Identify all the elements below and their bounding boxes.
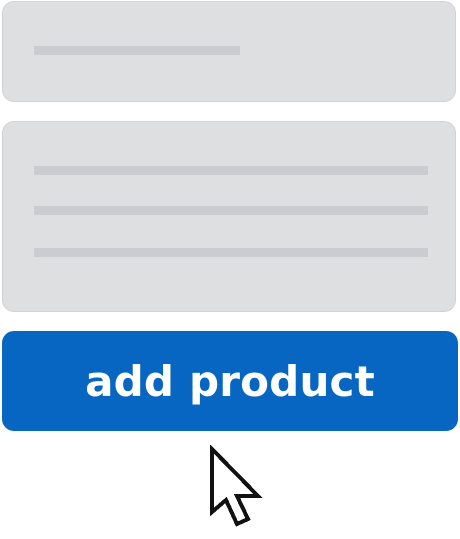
skeleton-text-line bbox=[34, 206, 428, 215]
mouse-pointer-icon bbox=[210, 445, 263, 527]
product-placeholder-card-details bbox=[2, 121, 456, 312]
skeleton-text-line bbox=[34, 248, 428, 257]
skeleton-text-line bbox=[34, 166, 428, 175]
product-placeholder-card-top bbox=[2, 1, 456, 102]
skeleton-text-line bbox=[34, 46, 240, 55]
add-product-button[interactable]: add product bbox=[2, 331, 458, 431]
